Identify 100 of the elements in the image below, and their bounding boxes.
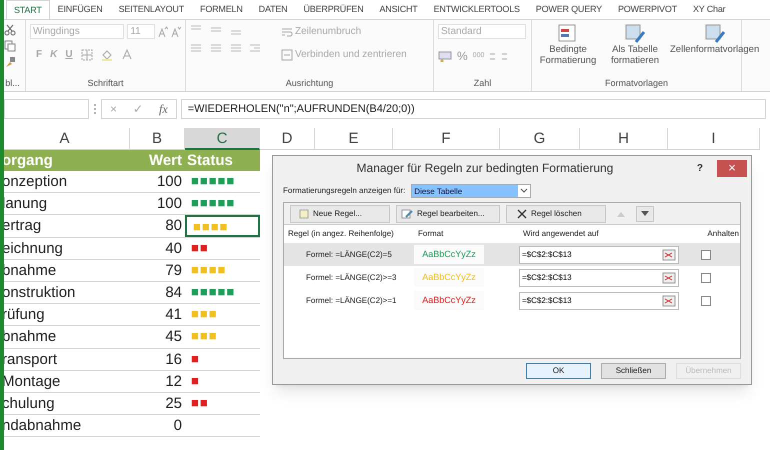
header-cell-text: organg bbox=[1, 151, 54, 171]
stop-checkbox[interactable] bbox=[701, 250, 711, 260]
dialog-button[interactable]: Schließen bbox=[601, 363, 666, 379]
brush-icon[interactable] bbox=[4, 56, 16, 68]
cell-styles-icon[interactable] bbox=[704, 24, 726, 44]
table-cell-text: 25 bbox=[164, 394, 183, 414]
scope-label: Formatierungsregeln anzeigen für: bbox=[283, 185, 406, 197]
status-cell[interactable]: ■■ bbox=[185, 238, 260, 259]
format-preview: AaBbCcYyZz bbox=[414, 245, 484, 264]
table-cell-text: 40 bbox=[164, 238, 183, 259]
stop-checkbox[interactable] bbox=[701, 296, 711, 306]
group-label: Ausrichtung bbox=[284, 77, 334, 90]
status-cell[interactable]: ■ bbox=[185, 370, 260, 392]
ribbon-tab[interactable]: START bbox=[6, 0, 50, 19]
applies-to-field[interactable]: =$C$2:$C$13 bbox=[519, 292, 679, 310]
copy-icon[interactable] bbox=[4, 40, 16, 52]
table-cell-text: 100 bbox=[156, 172, 183, 192]
rule-row[interactable]: Formel: =LÄNGE(C2)>=1 AaBbCcYyZz =$C$2:$C$13 bbox=[284, 289, 740, 312]
move-down-button[interactable] bbox=[636, 206, 654, 222]
formula-field[interactable]: =WIEDERHOLEN("n";AUFRUNDEN(B4/20;0)) bbox=[180, 99, 766, 119]
column-header[interactable]: B bbox=[130, 128, 185, 150]
ribbon-button[interactable]: Bedingte Formatierung bbox=[536, 44, 600, 66]
table-cell-text: chulung bbox=[1, 394, 56, 414]
delete-rule-button[interactable]: Regel löschen bbox=[506, 204, 606, 222]
header-cell-text: Wert bbox=[148, 151, 183, 171]
font-color-icon[interactable] bbox=[120, 48, 133, 60]
range-picker-icon[interactable] bbox=[662, 272, 676, 284]
ribbon-button[interactable]: Als Tabelle formatieren bbox=[603, 44, 667, 66]
status-cell[interactable]: ■ bbox=[185, 348, 260, 370]
fill-color-icon[interactable] bbox=[100, 48, 113, 60]
table-cell-text: ransport bbox=[1, 350, 58, 370]
applies-to-field[interactable]: =$C$2:$C$13 bbox=[519, 268, 679, 286]
group-label: Schriftart bbox=[86, 77, 124, 90]
edit-rule-button[interactable]: Regel bearbeiten... bbox=[396, 204, 500, 222]
applies-to-field[interactable]: =$C$2:$C$13 bbox=[519, 246, 679, 264]
table-cell-text: Montage bbox=[1, 372, 62, 392]
document-icon bbox=[299, 208, 309, 218]
group-label: Formatvorlagen bbox=[604, 77, 670, 90]
ribbon-button[interactable]: Zellenformatvorlagen bbox=[670, 44, 760, 55]
grow-font-icon[interactable] bbox=[158, 26, 168, 38]
column-header[interactable]: I bbox=[668, 128, 760, 150]
table-cell-text: 16 bbox=[164, 350, 183, 370]
ribbon-tab[interactable]: DATEN bbox=[250, 0, 296, 19]
help-button[interactable]: ? bbox=[696, 160, 703, 176]
table-cell-text: onzeption bbox=[1, 172, 68, 192]
wrap-text-icon[interactable] bbox=[281, 26, 293, 38]
ribbon-tab[interactable]: FORMELN bbox=[192, 0, 251, 19]
header-cell-text: Status bbox=[186, 151, 234, 171]
column-header[interactable]: D bbox=[260, 128, 315, 150]
table-cell-text: 84 bbox=[164, 282, 183, 303]
column-header[interactable]: F bbox=[393, 128, 500, 150]
status-cell[interactable]: ■■ bbox=[185, 392, 260, 414]
column-header: Regel (in angez. Reihenfolge) bbox=[287, 228, 395, 240]
currency-icon[interactable] bbox=[438, 50, 452, 62]
close-button[interactable]: × bbox=[717, 160, 747, 176]
shrink-font-icon[interactable] bbox=[171, 26, 181, 38]
merge-cells-icon[interactable] bbox=[281, 48, 293, 60]
ribbon-tab[interactable]: POWERPIVOT bbox=[610, 0, 685, 19]
column-header[interactable]: C bbox=[185, 128, 260, 150]
new-rule-button[interactable]: Neue Regel... bbox=[290, 204, 390, 222]
table-cell-text: 12 bbox=[164, 372, 183, 392]
triangle-up-icon bbox=[617, 210, 625, 216]
stop-checkbox[interactable] bbox=[701, 272, 711, 282]
range-picker-icon[interactable] bbox=[662, 294, 676, 306]
scope-dropdown[interactable]: Diese Tabelle bbox=[411, 184, 532, 198]
column-header[interactable]: E bbox=[315, 128, 393, 150]
ribbon-tab[interactable]: ÜBERPRÜFEN bbox=[295, 0, 372, 19]
delete-icon bbox=[517, 208, 527, 218]
ribbon-tab[interactable]: POWER QUERY bbox=[528, 0, 610, 19]
format-preview: AaBbCcYyZz bbox=[414, 268, 484, 287]
rule-row[interactable]: Formel: =LÄNGE(C2)>=3 AaBbCcYyZz =$C$2:$C$13 bbox=[284, 266, 740, 289]
table-cell-text: ndabnahme bbox=[1, 416, 82, 436]
table-cell-text: 45 bbox=[164, 327, 183, 348]
triangle-down-icon bbox=[641, 210, 649, 216]
column-header: Format bbox=[417, 228, 444, 240]
rule-row[interactable]: Formel: =LÄNGE(C2)=5 AaBbCcYyZz =$C$2:$C$13 bbox=[284, 243, 740, 266]
ribbon-tab[interactable]: XY Char bbox=[684, 0, 734, 19]
column-header: Wird angewendet auf bbox=[522, 228, 600, 240]
column-header[interactable]: H bbox=[580, 128, 668, 150]
table-cell-text: 79 bbox=[164, 260, 183, 281]
table-cell-text: eichnung bbox=[1, 238, 64, 259]
border-icon[interactable] bbox=[80, 48, 93, 60]
insert-function-button[interactable]: fx bbox=[159, 100, 168, 118]
table-cell-text: 41 bbox=[164, 305, 183, 326]
ribbon-tab[interactable]: ENTWICKLERTOOLS bbox=[426, 0, 528, 19]
table-style-icon[interactable] bbox=[624, 24, 646, 44]
table-cell-text: Formel: =LÄNGE(C2)>=1 bbox=[305, 294, 398, 306]
drag-handle-icon[interactable] bbox=[93, 103, 97, 115]
group-label: bl... bbox=[4, 77, 21, 90]
ribbon-tab[interactable]: EINFÜGEN bbox=[50, 0, 111, 19]
table-cell-text: 0 bbox=[172, 416, 183, 436]
format-preview: AaBbCcYyZz bbox=[414, 291, 484, 310]
ribbon-tab[interactable]: SEITENLAYOUT bbox=[110, 0, 192, 19]
ribbon-tab[interactable]: ANSICHT bbox=[372, 0, 426, 19]
column-header[interactable]: G bbox=[500, 128, 580, 150]
table-cell-text: Formel: =LÄNGE(C2)>=3 bbox=[305, 272, 398, 284]
scissors-icon[interactable] bbox=[4, 24, 16, 36]
range-picker-icon[interactable] bbox=[662, 248, 676, 260]
table-cell-text: onstruktion bbox=[1, 282, 76, 303]
dialog-button[interactable]: OK bbox=[526, 363, 591, 379]
